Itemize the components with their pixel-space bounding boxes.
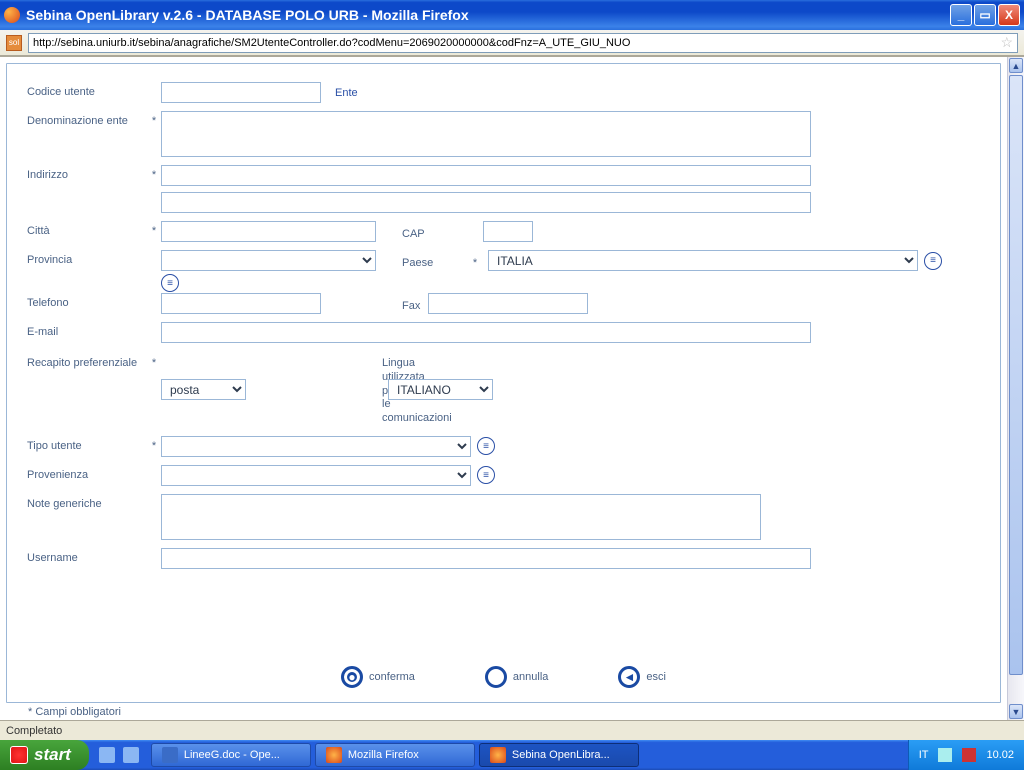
info-icon[interactable]: ≡ — [924, 252, 942, 270]
quick-launch — [89, 740, 149, 770]
quicklaunch-icon[interactable] — [123, 747, 139, 763]
label-lingua: Lingua utilizzata per le comunicazioni — [252, 353, 382, 426]
label-note: Note generiche — [27, 494, 147, 510]
label-codice-utente: Codice utente — [27, 82, 147, 98]
fax-field[interactable] — [428, 293, 588, 314]
url-text: http://sebina.uniurb.it/sebina/anagrafic… — [33, 37, 630, 49]
taskbar: start LineeG.doc - Ope... Mozilla Firefo… — [0, 740, 1024, 770]
label-fax: Fax — [327, 296, 422, 312]
tipo-utente-select[interactable] — [161, 436, 471, 457]
vertical-scrollbar[interactable]: ▲ ▼ — [1007, 57, 1024, 720]
confirm-icon: ● — [341, 666, 363, 688]
label-tipo-utente: Tipo utente — [27, 436, 147, 452]
status-text: Completato — [6, 725, 62, 737]
label-recapito: Recapito preferenziale — [27, 353, 147, 369]
email-field[interactable] — [161, 322, 811, 343]
citta-field[interactable] — [161, 221, 376, 242]
required-fields-note: * Campi obbligatori — [28, 706, 121, 718]
status-bar: Completato — [0, 720, 1024, 740]
scroll-up-icon[interactable]: ▲ — [1009, 58, 1023, 73]
taskbar-item-firefox[interactable]: Mozilla Firefox — [315, 743, 475, 767]
close-button[interactable]: X — [998, 4, 1020, 26]
note-field[interactable] — [161, 494, 761, 540]
taskbar-item-word[interactable]: LineeG.doc - Ope... — [151, 743, 311, 767]
paese-select[interactable]: ITALIA — [488, 250, 918, 271]
username-field[interactable] — [161, 548, 811, 569]
window-titlebar: Sebina OpenLibrary v.2.6 - DATABASE POLO… — [0, 0, 1024, 30]
windows-logo-icon — [10, 746, 28, 764]
page-content: Codice utente Ente Denominazione ente * … — [0, 56, 1024, 720]
exit-icon: ◄ — [618, 666, 640, 688]
provincia-select[interactable] — [161, 250, 376, 271]
esci-button[interactable]: ◄ esci — [618, 666, 666, 688]
language-indicator[interactable]: IT — [919, 749, 929, 761]
system-tray: IT 10.02 — [908, 740, 1024, 770]
firefox-icon — [490, 747, 506, 763]
start-button[interactable]: start — [0, 740, 89, 770]
firefox-icon — [4, 7, 20, 23]
info-icon[interactable]: ≡ — [477, 437, 495, 455]
telefono-field[interactable] — [161, 293, 321, 314]
form-panel: Codice utente Ente Denominazione ente * … — [6, 63, 1001, 703]
site-icon: sol — [6, 35, 22, 51]
minimize-button[interactable]: _ — [950, 4, 972, 26]
denominazione-field[interactable] — [161, 111, 811, 157]
info-icon[interactable]: ≡ — [161, 274, 179, 292]
label-username: Username — [27, 548, 147, 564]
codice-utente-field — [161, 82, 321, 103]
firefox-icon — [326, 747, 342, 763]
info-icon[interactable]: ≡ — [477, 466, 495, 484]
tray-icon[interactable] — [962, 748, 976, 762]
tray-icon[interactable] — [938, 748, 952, 762]
recapito-select[interactable]: posta — [161, 379, 246, 400]
maximize-button[interactable]: ▭ — [974, 4, 996, 26]
label-email: E-mail — [27, 322, 147, 338]
annulla-button[interactable]: annulla — [485, 666, 548, 688]
lingua-select[interactable]: ITALIANO — [388, 379, 493, 400]
label-denominazione: Denominazione ente — [27, 111, 147, 127]
window-title: Sebina OpenLibrary v.2.6 - DATABASE POLO… — [26, 7, 469, 23]
scroll-thumb[interactable] — [1009, 75, 1023, 675]
clock[interactable]: 10.02 — [986, 749, 1014, 761]
label-paese: Paese — [382, 253, 462, 269]
provenienza-select[interactable] — [161, 465, 471, 486]
label-provenienza: Provenienza — [27, 465, 147, 481]
address-bar: sol http://sebina.uniurb.it/sebina/anagr… — [0, 30, 1024, 56]
scroll-down-icon[interactable]: ▼ — [1009, 704, 1023, 719]
taskbar-item-sebina[interactable]: Sebina OpenLibra... — [479, 743, 639, 767]
label-indirizzo: Indirizzo — [27, 165, 147, 181]
cancel-icon — [485, 666, 507, 688]
ente-link[interactable]: Ente — [335, 87, 358, 99]
action-bar: ● conferma annulla ◄ esci — [7, 666, 1000, 688]
url-input[interactable]: http://sebina.uniurb.it/sebina/anagrafic… — [28, 33, 1018, 53]
label-cap: CAP — [382, 224, 477, 240]
cap-field[interactable] — [483, 221, 533, 242]
label-telefono: Telefono — [27, 293, 147, 309]
indirizzo1-field[interactable] — [161, 165, 811, 186]
conferma-button[interactable]: ● conferma — [341, 666, 415, 688]
word-icon — [162, 747, 178, 763]
bookmark-star-icon[interactable]: ☆ — [1000, 34, 1013, 51]
label-citta: Città — [27, 221, 147, 237]
quicklaunch-icon[interactable] — [99, 747, 115, 763]
indirizzo2-field[interactable] — [161, 192, 811, 213]
label-provincia: Provincia — [27, 250, 147, 266]
